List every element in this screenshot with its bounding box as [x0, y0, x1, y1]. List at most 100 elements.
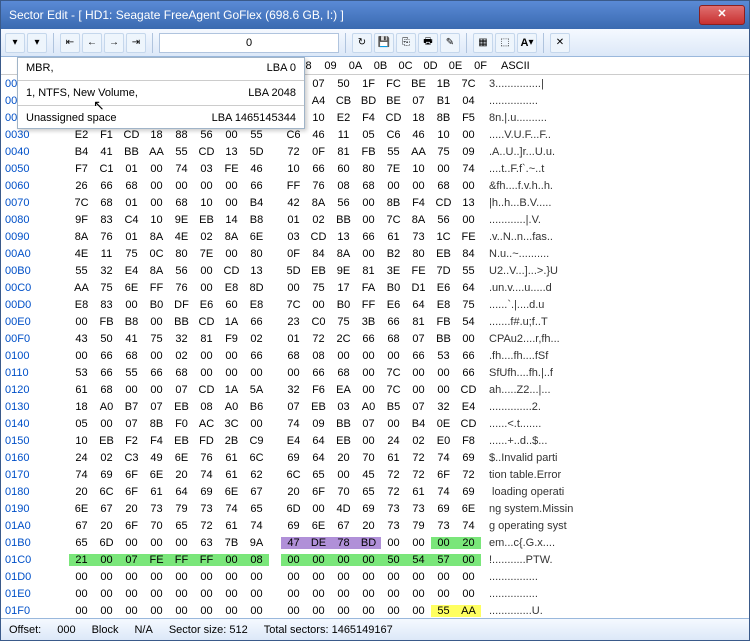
- hex-byte[interactable]: 69: [356, 503, 381, 515]
- hex-byte[interactable]: 8A: [306, 197, 331, 209]
- hex-byte[interactable]: 64: [169, 486, 194, 498]
- hex-byte[interactable]: 45: [356, 469, 381, 481]
- hex-byte[interactable]: 74: [244, 520, 269, 532]
- hex-byte[interactable]: 18: [144, 129, 169, 141]
- hex-byte[interactable]: B0: [331, 299, 356, 311]
- hex-byte[interactable]: 0F: [306, 146, 331, 158]
- hex-byte[interactable]: A4: [306, 95, 331, 107]
- hex-byte[interactable]: F8: [456, 435, 481, 447]
- hex-byte[interactable]: 73: [381, 503, 406, 515]
- hex-byte[interactable]: 8A: [331, 248, 356, 260]
- hex-byte[interactable]: 76: [94, 231, 119, 243]
- hex-byte[interactable]: 6F: [306, 486, 331, 498]
- hex-byte[interactable]: FB: [94, 316, 119, 328]
- hex-byte[interactable]: 8A: [144, 265, 169, 277]
- hex-byte[interactable]: 00: [356, 367, 381, 379]
- hex-byte[interactable]: 74: [431, 486, 456, 498]
- hex-byte[interactable]: 00: [456, 588, 481, 600]
- hex-byte[interactable]: 5A: [244, 384, 269, 396]
- hex-byte[interactable]: 88: [169, 129, 194, 141]
- hex-byte[interactable]: 00: [194, 282, 219, 294]
- hex-byte[interactable]: 00: [456, 571, 481, 583]
- hex-byte[interactable]: 76: [194, 452, 219, 464]
- hex-byte[interactable]: 24: [69, 452, 94, 464]
- hex-byte[interactable]: 9E: [331, 265, 356, 277]
- hex-byte[interactable]: 00: [331, 571, 356, 583]
- hex-byte[interactable]: F2: [119, 435, 144, 447]
- hex-byte[interactable]: 00: [356, 435, 381, 447]
- hex-byte[interactable]: B0: [381, 282, 406, 294]
- hex-byte[interactable]: E4: [281, 435, 306, 447]
- hex-byte[interactable]: 00: [306, 299, 331, 311]
- hex-byte[interactable]: 09: [456, 146, 481, 158]
- hex-byte[interactable]: 00: [219, 350, 244, 362]
- hex-byte[interactable]: 00: [169, 588, 194, 600]
- hex-byte[interactable]: 75: [431, 146, 456, 158]
- hex-byte[interactable]: E6: [431, 282, 456, 294]
- hex-byte[interactable]: EB: [331, 435, 356, 447]
- hex-byte[interactable]: 00: [356, 554, 381, 566]
- print-button[interactable]: 🖶: [418, 33, 438, 53]
- hex-byte[interactable]: 66: [244, 316, 269, 328]
- hex-byte[interactable]: 47: [281, 537, 306, 549]
- hex-byte[interactable]: F5: [456, 112, 481, 124]
- hex-byte[interactable]: 00: [219, 180, 244, 192]
- hex-byte[interactable]: 6E: [244, 231, 269, 243]
- hex-byte[interactable]: 62: [244, 469, 269, 481]
- hex-byte[interactable]: CD: [456, 418, 481, 430]
- hex-byte[interactable]: 00: [431, 384, 456, 396]
- hex-byte[interactable]: 20: [356, 520, 381, 532]
- hex-byte[interactable]: 00: [119, 588, 144, 600]
- hex-byte[interactable]: 6F: [431, 469, 456, 481]
- hex-byte[interactable]: 66: [306, 367, 331, 379]
- hex-byte[interactable]: 9A: [244, 537, 269, 549]
- hex-byte[interactable]: 67: [331, 520, 356, 532]
- hex-byte[interactable]: 00: [119, 299, 144, 311]
- hex-byte[interactable]: 75: [331, 316, 356, 328]
- hex-byte[interactable]: 00: [456, 129, 481, 141]
- hex-byte[interactable]: 60: [331, 163, 356, 175]
- hex-byte[interactable]: 6E: [69, 503, 94, 515]
- hex-byte[interactable]: 74: [456, 520, 481, 532]
- hex-byte[interactable]: 4E: [69, 248, 94, 260]
- hex-byte[interactable]: F1: [94, 129, 119, 141]
- hex-byte[interactable]: 32: [431, 401, 456, 413]
- hex-byte[interactable]: 68: [169, 367, 194, 379]
- hex-byte[interactable]: 75: [94, 282, 119, 294]
- hex-byte[interactable]: 00: [144, 350, 169, 362]
- hex-byte[interactable]: 00: [244, 367, 269, 379]
- hex-byte[interactable]: 10: [281, 163, 306, 175]
- hex-byte[interactable]: C4: [119, 214, 144, 226]
- hex-byte[interactable]: 08: [244, 554, 269, 566]
- hex-byte[interactable]: 72: [406, 469, 431, 481]
- hex-byte[interactable]: 56: [194, 129, 219, 141]
- hex-byte[interactable]: EB: [169, 435, 194, 447]
- hex-byte[interactable]: 74: [169, 163, 194, 175]
- hex-byte[interactable]: 65: [69, 537, 94, 549]
- hex-byte[interactable]: 69: [194, 486, 219, 498]
- hex-byte[interactable]: C9: [244, 435, 269, 447]
- hex-byte[interactable]: 00: [244, 605, 269, 617]
- hex-byte[interactable]: 55: [119, 367, 144, 379]
- hex-byte[interactable]: 00: [306, 571, 331, 583]
- hex-byte[interactable]: 66: [356, 231, 381, 243]
- hex-byte[interactable]: 07: [144, 401, 169, 413]
- hex-byte[interactable]: 00: [281, 554, 306, 566]
- hex-byte[interactable]: 07: [406, 95, 431, 107]
- hex-byte[interactable]: 66: [244, 180, 269, 192]
- hex-byte[interactable]: CD: [431, 197, 456, 209]
- hex-byte[interactable]: 10: [306, 112, 331, 124]
- hex-byte[interactable]: CD: [194, 146, 219, 158]
- hex-byte[interactable]: 74: [431, 452, 456, 464]
- hex-byte[interactable]: FE: [456, 231, 481, 243]
- hex-byte[interactable]: 00: [456, 214, 481, 226]
- hex-byte[interactable]: 6C: [94, 486, 119, 498]
- hex-byte[interactable]: 68: [281, 350, 306, 362]
- hex-byte[interactable]: 3E: [381, 265, 406, 277]
- hex-byte[interactable]: 8A: [219, 231, 244, 243]
- hex-byte[interactable]: 00: [219, 197, 244, 209]
- hex-byte[interactable]: 70: [144, 520, 169, 532]
- copy-button[interactable]: ⎘: [396, 33, 416, 53]
- hex-byte[interactable]: 00: [431, 163, 456, 175]
- hex-byte[interactable]: 1C: [431, 231, 456, 243]
